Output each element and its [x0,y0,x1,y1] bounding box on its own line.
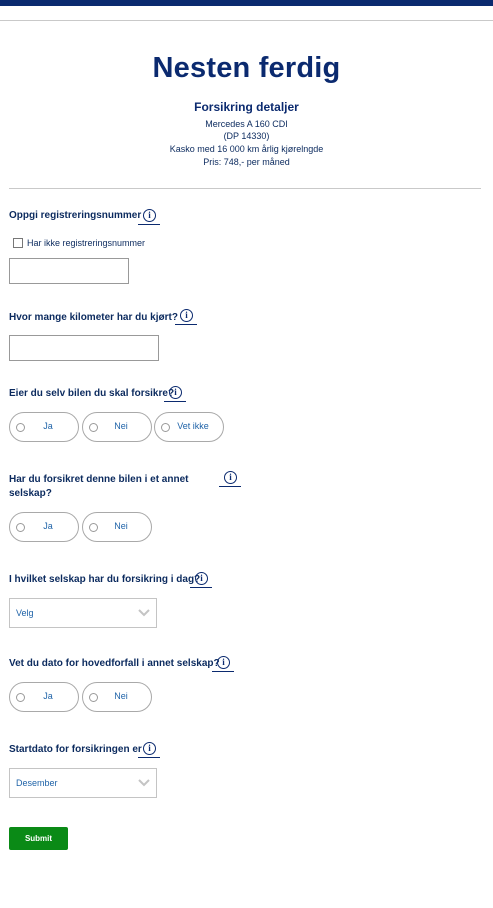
insured-elsewhere-no-radio[interactable]: Nei [82,512,152,542]
due-date-label: Vet du dato for hovedforfall i annet sel… [9,658,220,669]
chevron-down-icon [138,779,150,787]
insured-elsewhere-label-line1: Har du forsikret denne bilen i et annet [9,474,189,485]
info-underline [138,224,160,225]
info-underline [138,757,160,758]
due-date-no-radio[interactable]: Nei [82,682,152,712]
radio-label: Nei [114,691,128,701]
radio-label: Ja [43,421,53,431]
info-icon[interactable]: i [143,209,156,222]
radio-label: Ja [43,521,53,531]
details-title: Forsikring detaljer [194,100,299,114]
radio-label: Vet ikke [177,421,209,431]
info-underline [164,401,186,402]
info-icon[interactable]: i [217,656,230,669]
info-underline [212,671,234,672]
start-date-select-value: Desember [16,778,58,788]
details-price: Pris: 748,- per måned [203,157,290,167]
no-reg-number-label: Har ikke registreringsnummer [27,238,146,248]
info-underline [219,486,241,487]
info-underline [190,587,212,588]
details-reg-code: (DP 14330) [223,131,270,141]
km-label: Hvor mange kilometer har du kjørt? [9,312,178,323]
top-brand-bar [0,0,493,6]
insured-elsewhere-yes-radio[interactable]: Ja [9,512,79,542]
company-select[interactable]: Velg [9,598,157,628]
info-underline [175,324,197,325]
section-divider [9,188,481,189]
start-date-select[interactable]: Desember [9,768,157,798]
chevron-down-icon [138,609,150,617]
reg-number-label: Oppgi registreringsnummer [9,210,142,221]
info-icon[interactable]: i [224,471,237,484]
owner-label: Eier du selv bilen du skal forsikre? [9,388,175,399]
radio-label: Nei [114,521,128,531]
owner-yes-radio[interactable]: Ja [9,412,79,442]
info-icon[interactable]: i [195,572,208,585]
header-divider [0,20,493,21]
radio-label: Nei [114,421,128,431]
info-icon[interactable]: i [143,742,156,755]
page-title: Nesten ferdig [152,52,341,84]
no-reg-number-checkbox[interactable] [13,238,23,248]
start-date-label: Startdato for forsikringen er [9,744,142,755]
reg-number-input[interactable] [9,258,129,284]
due-date-yes-radio[interactable]: Ja [9,682,79,712]
km-input[interactable] [9,335,159,361]
owner-no-radio[interactable]: Nei [82,412,152,442]
details-car-model: Mercedes A 160 CDI [205,119,288,129]
details-coverage: Kasko med 16 000 km årlig kjørelngde [169,144,324,154]
info-icon[interactable]: i [180,309,193,322]
no-reg-number-option[interactable]: Har ikke registreringsnummer [13,238,145,248]
company-select-value: Velg [16,608,34,618]
submit-button[interactable]: Submit [9,827,68,850]
radio-label: Ja [43,691,53,701]
company-label: I hvilket selskap har du forsikring i da… [9,574,201,585]
owner-dont-know-radio[interactable]: Vet ikke [154,412,224,442]
info-icon[interactable]: i [169,386,182,399]
insured-elsewhere-label-line2: selskap? [9,488,52,499]
